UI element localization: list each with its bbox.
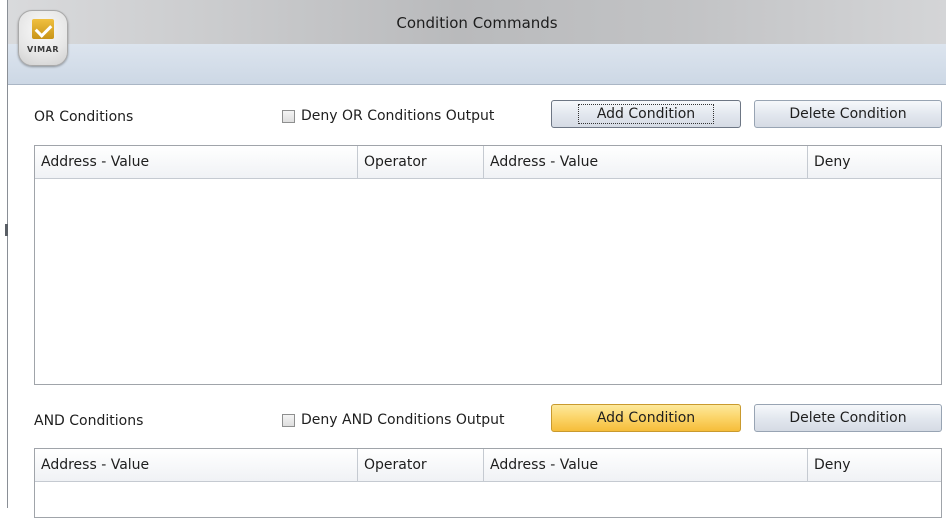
and-add-label: Add Condition [596,410,696,426]
grid-header: Address - Value Operator Address - Value… [35,146,941,179]
col-operator[interactable]: Operator [358,146,484,178]
title-bar: Condition Commands [8,0,946,45]
deny-and-conditions-checkbox[interactable]: Deny AND Conditions Output [282,412,504,428]
ribbon-strip [8,44,946,85]
or-delete-condition-button[interactable]: Delete Condition [754,100,942,128]
deny-or-label: Deny OR Conditions Output [301,108,495,124]
or-conditions-label: OR Conditions [34,109,134,125]
vimar-logo-button[interactable]: VIMAR [18,10,68,66]
col-operator[interactable]: Operator [358,449,484,481]
checkbox-box[interactable] [282,109,295,123]
or-delete-label: Delete Condition [789,106,907,122]
deny-or-conditions-checkbox[interactable]: Deny OR Conditions Output [282,108,494,124]
and-conditions-label: AND Conditions [34,413,144,429]
deny-and-label: Deny AND Conditions Output [301,412,505,428]
logo-text: VIMAR [27,45,59,54]
checkbox-box[interactable] [282,413,295,427]
and-delete-condition-button[interactable]: Delete Condition [754,404,942,432]
col-deny[interactable]: Deny [808,146,941,178]
checkmark-icon [32,19,54,39]
and-delete-label: Delete Condition [789,410,907,426]
grid-header: Address - Value Operator Address - Value… [35,449,941,482]
window-title: Condition Commands [396,14,558,32]
col-deny[interactable]: Deny [808,449,941,481]
and-add-condition-button[interactable]: Add Condition [551,404,741,432]
or-add-condition-button[interactable]: Add Condition [551,100,741,128]
condition-commands-window: Condition Commands VIMAR OR Conditions D… [8,0,946,518]
col-address-value[interactable]: Address - Value [35,146,358,178]
or-add-label: Add Condition [577,104,715,124]
col-address-value[interactable]: Address - Value [35,449,358,481]
col-address-value-2[interactable]: Address - Value [484,146,808,178]
or-conditions-grid[interactable]: Address - Value Operator Address - Value… [34,145,942,385]
col-address-value-2[interactable]: Address - Value [484,449,808,481]
